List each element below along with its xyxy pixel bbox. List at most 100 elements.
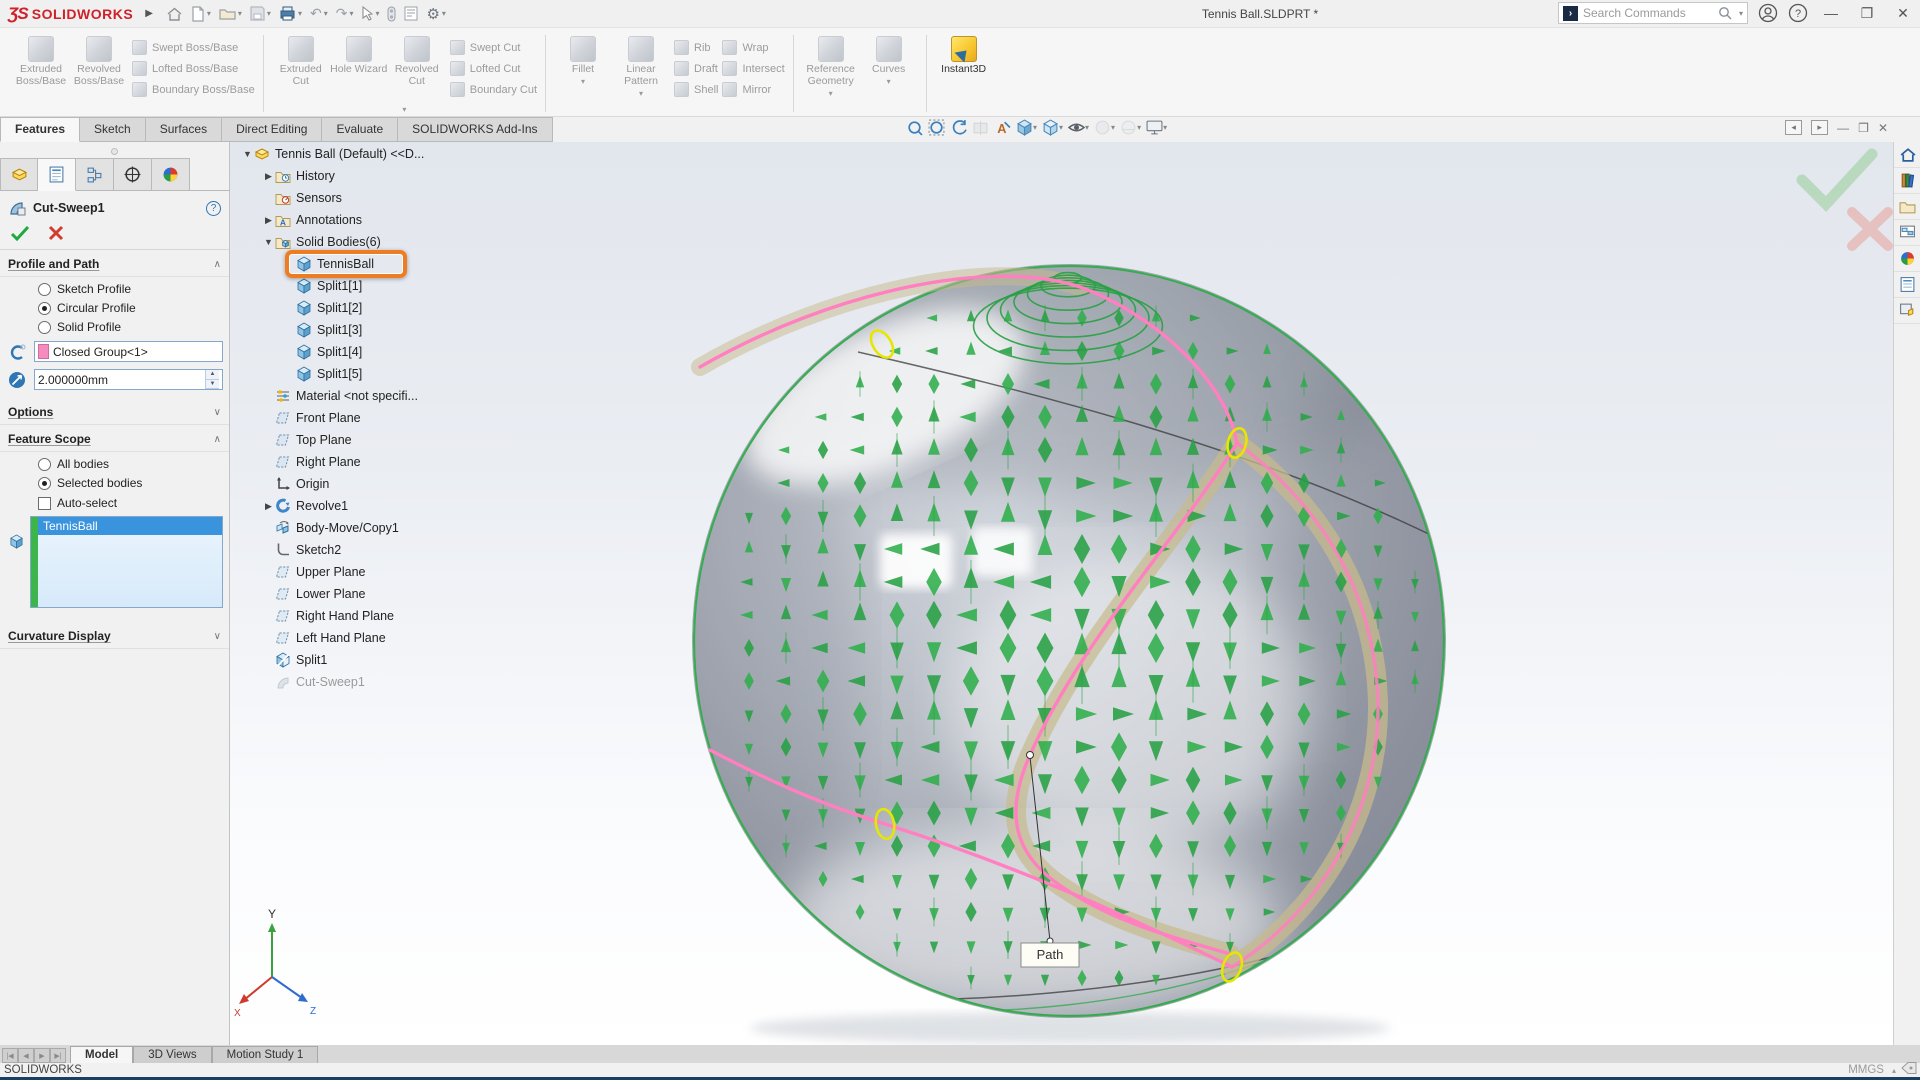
- hide-show-icon[interactable]: ▾: [1067, 118, 1090, 137]
- home-icon[interactable]: [1894, 142, 1920, 168]
- print-caret-icon[interactable]: ▾: [298, 9, 302, 18]
- doc-tab-3d-views[interactable]: 3D Views: [133, 1046, 212, 1063]
- dropdown-caret-icon[interactable]: ▾: [1163, 123, 1167, 132]
- tab-solidworks-add-ins[interactable]: SOLIDWORKS Add-Ins: [398, 117, 553, 142]
- ribbon-button-instant3d[interactable]: Instant3D: [935, 33, 993, 75]
- collapse-chevron-icon[interactable]: ∧: [214, 259, 221, 270]
- tree-item-upper-plane[interactable]: Upper Plane: [237, 561, 497, 583]
- confirm-ok-icon[interactable]: [1796, 148, 1878, 212]
- ribbon-button-linear-pattern[interactable]: Linear Pattern ▾: [612, 33, 670, 98]
- collapse-chevron-icon[interactable]: ∧: [214, 434, 221, 445]
- confirm-cancel-icon[interactable]: [1847, 207, 1893, 251]
- save-button[interactable]: ▾: [247, 2, 274, 26]
- spin-up-icon[interactable]: ▲: [206, 370, 219, 380]
- expand-chevron-icon[interactable]: ∨: [214, 631, 221, 642]
- radio-selected-bodies[interactable]: Selected bodies: [38, 476, 229, 490]
- pm-help-icon[interactable]: ?: [206, 200, 221, 216]
- expanded-arrow-icon[interactable]: ▼: [241, 149, 254, 159]
- ribbon-button-swept-cut[interactable]: Swept Cut: [449, 37, 537, 58]
- prev-tab-icon[interactable]: ◀: [18, 1048, 34, 1063]
- view-palette-icon[interactable]: [1894, 220, 1920, 246]
- first-tab-icon[interactable]: |◀: [2, 1048, 18, 1063]
- sketch-visibility-icon[interactable]: A: [993, 118, 1012, 137]
- tree-item-sensors[interactable]: Sensors: [237, 187, 497, 209]
- doc-close-icon[interactable]: ✕: [1878, 121, 1888, 135]
- ribbon-button-curves[interactable]: Curves ▾: [860, 33, 918, 86]
- zoom-fit-icon[interactable]: [905, 118, 924, 137]
- ribbon-button-lofted-cut[interactable]: Lofted Cut: [449, 58, 537, 79]
- dropdown-caret-icon[interactable]: ▾: [581, 77, 585, 86]
- tree-item-split1-5-[interactable]: Split1[5]: [237, 363, 497, 385]
- options-caret-icon[interactable]: ▾: [442, 9, 446, 18]
- open-button[interactable]: ▾: [216, 2, 245, 26]
- home-button[interactable]: [163, 2, 186, 26]
- custom-properties-icon[interactable]: [1894, 272, 1920, 298]
- previous-view-icon[interactable]: [949, 118, 968, 137]
- file-explorer-icon[interactable]: [1894, 194, 1920, 220]
- radio-solid-profile[interactable]: Solid Profile: [38, 320, 229, 334]
- radio-icon[interactable]: [38, 320, 51, 334]
- spin-down-icon[interactable]: ▼: [206, 379, 219, 389]
- tree-item-cut-sweep1[interactable]: Cut-Sweep1: [237, 671, 497, 693]
- units-selector[interactable]: MMGS: [1848, 1064, 1884, 1076]
- tree-item-top-plane[interactable]: Top Plane: [237, 429, 497, 451]
- ribbon-button-draft[interactable]: Draft: [674, 58, 718, 79]
- dropdown-caret-icon[interactable]: ▾: [1111, 123, 1115, 132]
- collapsed-arrow-icon[interactable]: ▶: [262, 171, 275, 182]
- tree-item-split1-2-[interactable]: Split1[2]: [237, 297, 497, 319]
- diameter-spinner[interactable]: ▲ ▼: [205, 370, 219, 389]
- tree-item-split1-4-[interactable]: Split1[4]: [237, 341, 497, 363]
- selected-bodies-listbox[interactable]: TennisBall: [30, 516, 223, 608]
- doc-tab-model[interactable]: Model: [70, 1046, 134, 1063]
- edit-appearance-icon[interactable]: ▾: [1093, 118, 1116, 137]
- tree-item-material-not-specifi-[interactable]: Material <not specifi...: [237, 385, 497, 407]
- radio-icon[interactable]: [38, 301, 51, 315]
- next-window-icon[interactable]: ▸: [1811, 120, 1829, 135]
- panel-splitter-grip[interactable]: [111, 148, 118, 155]
- tree-item-split1[interactable]: Split1: [237, 649, 497, 671]
- tree-item-origin[interactable]: Origin: [237, 473, 497, 495]
- dropdown-caret-icon[interactable]: ▾: [639, 89, 643, 98]
- select-button[interactable]: ▾: [358, 2, 382, 26]
- forum-icon[interactable]: [1894, 298, 1920, 324]
- ribbon-button-hole-wizard[interactable]: Hole Wizard: [330, 33, 388, 75]
- search-icon[interactable]: [1718, 6, 1732, 20]
- section-options[interactable]: Options ∨: [0, 398, 229, 425]
- feature-manager-tab[interactable]: [0, 158, 38, 191]
- dropdown-caret-icon[interactable]: ▾: [1033, 123, 1037, 132]
- tree-item-left-hand-plane[interactable]: Left Hand Plane: [237, 627, 497, 649]
- ribbon-button-intersect[interactable]: Intersect: [722, 58, 785, 79]
- ribbon-button-fillet[interactable]: Fillet ▾: [554, 33, 612, 86]
- previous-window-icon[interactable]: ◂: [1785, 120, 1803, 135]
- section-profile-and-path[interactable]: Profile and Path ∧: [0, 250, 229, 277]
- expand-chevron-icon[interactable]: ∨: [214, 407, 221, 418]
- tab-surfaces[interactable]: Surfaces: [145, 117, 223, 142]
- appearances-icon[interactable]: [1894, 246, 1920, 272]
- dropdown-caret-icon[interactable]: ▾: [1085, 123, 1089, 132]
- tag-icon[interactable]: [1900, 1061, 1918, 1078]
- redo-caret-icon[interactable]: ▾: [349, 9, 353, 18]
- design-library-icon[interactable]: [1894, 168, 1920, 194]
- tab-sketch[interactable]: Sketch: [80, 117, 146, 142]
- undo-button[interactable]: ↶ ▾: [307, 2, 331, 26]
- tab-features[interactable]: Features: [0, 117, 81, 142]
- search-caret-icon[interactable]: ▾: [1739, 9, 1743, 18]
- radio-sketch-profile[interactable]: Sketch Profile: [38, 282, 229, 296]
- ribbon-button-extruded-boss-base[interactable]: Extruded Boss/Base: [12, 33, 70, 87]
- ribbon-button-boundary-cut[interactable]: Boundary Cut: [449, 79, 537, 100]
- confirmation-corner[interactable]: [1796, 148, 1893, 251]
- tree-item-revolve1[interactable]: ▶ Revolve1: [237, 495, 497, 517]
- zoom-area-icon[interactable]: [927, 118, 946, 137]
- tree-item-annotations[interactable]: ▶ A Annotations: [237, 209, 497, 231]
- print-button[interactable]: ▾: [276, 2, 305, 26]
- view-settings-icon[interactable]: ▾: [1145, 118, 1168, 137]
- tree-item-sketch2[interactable]: Sketch2: [237, 539, 497, 561]
- section-view-icon[interactable]: [971, 118, 990, 137]
- minimize-button[interactable]: —: [1818, 5, 1844, 21]
- tree-item-solid-bodies-6-[interactable]: ▼ Solid Bodies(6): [237, 231, 497, 253]
- ribbon-button-rib[interactable]: Rib: [674, 37, 718, 58]
- ribbon-button-boundary-boss-base[interactable]: Boundary Boss/Base: [132, 79, 255, 100]
- tree-item-right-plane[interactable]: Right Plane: [237, 451, 497, 473]
- dropdown-caret-icon[interactable]: ▾: [887, 77, 891, 86]
- cancel-button[interactable]: [48, 225, 64, 241]
